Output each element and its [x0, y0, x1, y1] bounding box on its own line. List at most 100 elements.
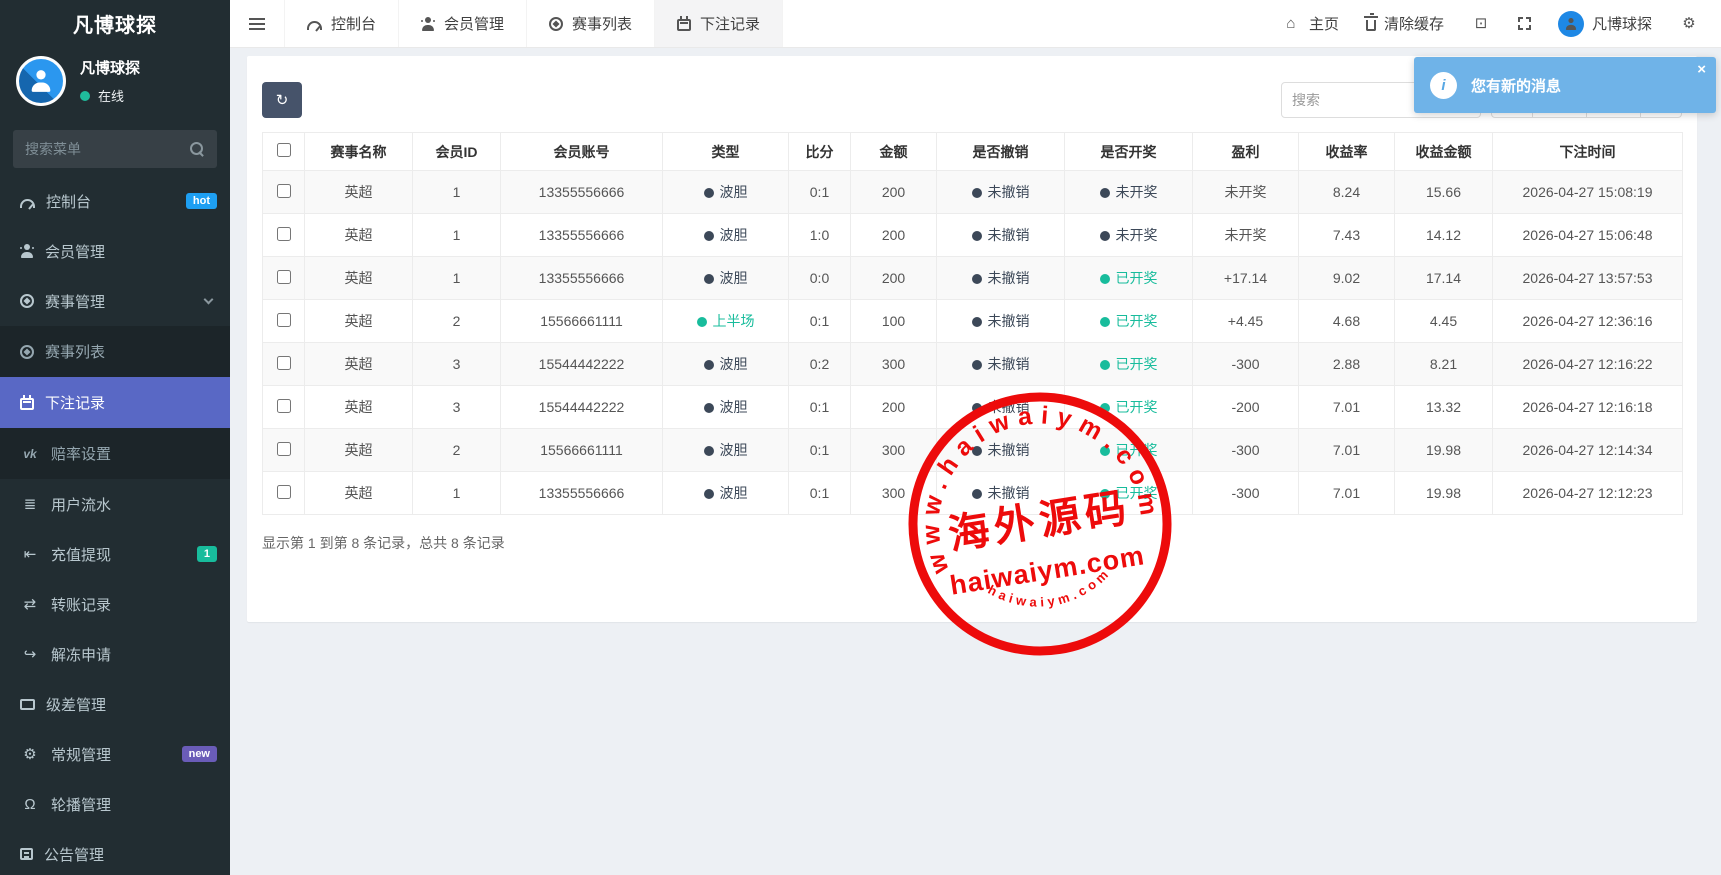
status-dot [972, 188, 982, 198]
cell-account: 13355556666 [501, 171, 663, 214]
refresh-button[interactable]: ↻ [262, 82, 302, 118]
status-label: 已开奖 [1116, 399, 1158, 415]
column-header: 会员ID [413, 133, 501, 171]
cell-profit: -300 [1193, 429, 1299, 472]
sidebar-item-notice-manage[interactable]: 公告管理 [0, 829, 230, 875]
fullscreen-button[interactable] [1518, 17, 1531, 30]
cell-time: 2026-04-27 12:36:16 [1493, 300, 1683, 343]
sidebar-item-members[interactable]: 会员管理 [0, 226, 230, 276]
select-all-checkbox[interactable] [277, 143, 291, 157]
sidebar-item-level-diff[interactable]: 级差管理 [0, 679, 230, 729]
clear-cache-button[interactable]: 清除缓存 [1366, 13, 1444, 34]
row-checkbox[interactable] [277, 399, 291, 413]
sidebar-item-odds-settings[interactable]: vk赔率设置 [0, 428, 230, 479]
column-header: 比分 [789, 133, 851, 171]
status-label: 波胆 [720, 270, 748, 286]
row-checkbox[interactable] [277, 442, 291, 456]
sidebar-search [13, 130, 217, 168]
row-checkbox[interactable] [277, 485, 291, 499]
table-row: 英超315544442222波胆0:1200未撤销已开奖-2007.0113.3… [263, 386, 1683, 429]
sidebar-item-label: 赛事管理 [45, 291, 194, 312]
row-checkbox[interactable] [277, 270, 291, 284]
table-row: 英超113355556666波胆1:0200未撤销未开奖未开奖7.4314.12… [263, 214, 1683, 257]
cell-profit: +4.45 [1193, 300, 1299, 343]
menu-badge: new [182, 746, 217, 762]
sidebar-item-matches[interactable]: 赛事管理 [0, 276, 230, 326]
tab-dashboard[interactable]: 控制台 [284, 0, 399, 47]
sidebar-item-dashboard[interactable]: 控制台hot [0, 176, 230, 226]
status-label: 波胆 [720, 356, 748, 372]
status-dot [972, 360, 982, 370]
cell-select [263, 429, 305, 472]
status-dot [1100, 231, 1110, 241]
home-icon: ⌂ [1281, 16, 1301, 32]
cell-prize: 已开奖 [1065, 300, 1193, 343]
person-icon [1565, 18, 1577, 30]
sidebar-item-label: 用户流水 [51, 494, 217, 515]
cell-member_id: 1 [413, 214, 501, 257]
cell-league: 英超 [305, 343, 413, 386]
cell-prize: 已开奖 [1065, 343, 1193, 386]
cell-account: 15544442222 [501, 386, 663, 429]
cell-prize: 已开奖 [1065, 472, 1193, 515]
sidebar-submenu: 赛事列表下注记录vk赔率设置 [0, 326, 230, 479]
settings-button[interactable]: ⚙ [1679, 16, 1699, 32]
row-checkbox[interactable] [277, 184, 291, 198]
sidebar-item-transfer-records[interactable]: ⇄转账记录 [0, 579, 230, 629]
status-dot [704, 403, 714, 413]
sidebar-item-bet-records[interactable]: 下注记录 [0, 377, 230, 428]
user-menu[interactable]: 凡博球探 [1558, 11, 1652, 37]
calendar-icon [677, 19, 691, 31]
app-window: 凡博球探 凡博球探 在线 控制台hot会员管理赛事管理赛事列表下注记录vk赔率设… [0, 0, 1721, 875]
status-label: 已开奖 [1116, 356, 1158, 372]
cell-prize: 未开奖 [1065, 214, 1193, 257]
menu-badge: hot [186, 193, 217, 209]
tab-match-list[interactable]: 赛事列表 [527, 0, 655, 47]
navbar-user-name: 凡博球探 [1592, 13, 1652, 34]
sidebar-user-status: 在线 [80, 86, 140, 105]
sidebar-item-general-manage[interactable]: ⚙常规管理new [0, 729, 230, 779]
sidebar-item-unfreeze-apply[interactable]: ↪解冻申请 [0, 629, 230, 679]
cell-time: 2026-04-27 12:12:23 [1493, 472, 1683, 515]
status-label: 波胆 [720, 485, 748, 501]
cell-score: 0:1 [789, 171, 851, 214]
status-label: 已开奖 [1116, 313, 1158, 329]
toast-close-button[interactable]: × [1697, 62, 1706, 77]
status-dot [972, 403, 982, 413]
cell-profit: -200 [1193, 386, 1299, 429]
table-row: 英超113355556666波胆0:1300未撤销已开奖-3007.0119.9… [263, 472, 1683, 515]
clear-cache-label: 清除缓存 [1384, 13, 1444, 34]
status-label: 未撤销 [988, 184, 1030, 200]
row-checkbox[interactable] [277, 313, 291, 327]
tab-bet-records[interactable]: 下注记录 [655, 0, 783, 47]
sidebar-search-input[interactable] [13, 130, 217, 168]
fullscreen-icon [1518, 17, 1531, 30]
cell-member_id: 3 [413, 343, 501, 386]
sidebar-item-label: 轮播管理 [51, 794, 217, 815]
tab-members[interactable]: 会员管理 [399, 0, 527, 47]
status-dot [704, 188, 714, 198]
cell-account: 13355556666 [501, 214, 663, 257]
sidebar-item-recharge-withdraw[interactable]: ⇤充值提现1 [0, 529, 230, 579]
clipboard-button[interactable]: ⊡ [1471, 16, 1491, 32]
cell-type: 波胆 [663, 257, 789, 300]
notification-toast: i 您有新的消息 × [1414, 57, 1716, 113]
outdent-icon: ⇤ [20, 546, 40, 562]
sidebar-item-match-list[interactable]: 赛事列表 [0, 326, 230, 377]
status-dot [1100, 489, 1110, 499]
home-button[interactable]: ⌂ 主页 [1281, 13, 1339, 34]
row-checkbox[interactable] [277, 356, 291, 370]
status-label: 未撤销 [988, 270, 1030, 286]
cell-income: 15.66 [1395, 171, 1493, 214]
sidebar-item-user-stream[interactable]: ≣用户流水 [0, 479, 230, 529]
sidebar-item-carousel-manage[interactable]: Ω轮播管理 [0, 779, 230, 829]
cell-rate: 7.01 [1299, 429, 1395, 472]
cell-score: 0:1 [789, 429, 851, 472]
top-navbar: 控制台会员管理赛事列表下注记录 ⌂ 主页 清除缓存 ⊡ 凡博球探 ⚙ [230, 0, 1721, 48]
cell-select [263, 300, 305, 343]
soccer-icon [20, 294, 34, 308]
calendar-icon [20, 398, 34, 410]
row-checkbox[interactable] [277, 227, 291, 241]
cell-income: 19.98 [1395, 472, 1493, 515]
sidebar-toggle-button[interactable] [230, 0, 284, 47]
